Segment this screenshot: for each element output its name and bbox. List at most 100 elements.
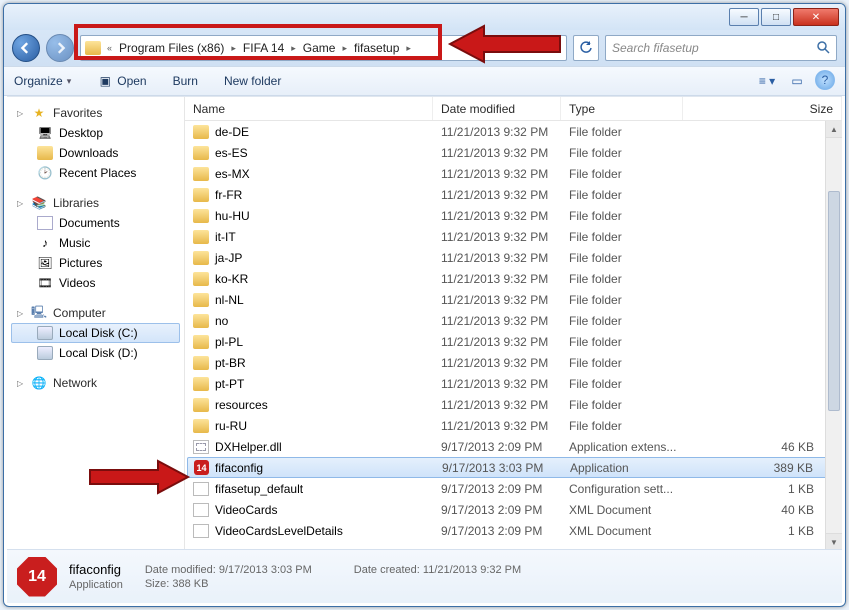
sidebar-item-ddrive[interactable]: Local Disk (D:): [11, 343, 180, 363]
scroll-up-icon[interactable]: ▲: [826, 121, 842, 138]
file-row[interactable]: nl-NL11/21/2013 9:32 PMFile folder: [187, 289, 842, 310]
main-area: ▷★Favorites 🖥Desktop Downloads 🕑Recent P…: [7, 96, 842, 550]
newfolder-button[interactable]: New folder: [224, 74, 281, 88]
file-name: de-DE: [215, 125, 249, 139]
file-row[interactable]: fr-FR11/21/2013 9:32 PMFile folder: [187, 184, 842, 205]
organize-menu[interactable]: Organize: [14, 74, 71, 88]
favorites-label: Favorites: [53, 106, 102, 120]
file-name: pl-PL: [215, 335, 243, 349]
refresh-button[interactable]: [573, 35, 599, 61]
scrollbar[interactable]: ▲ ▼: [825, 121, 842, 550]
breadcrumb-overflow[interactable]: «: [105, 43, 114, 53]
sidebar-item-recent[interactable]: 🕑Recent Places: [11, 163, 180, 183]
file-date: 11/21/2013 9:32 PM: [441, 146, 569, 160]
videos-label: Videos: [59, 276, 95, 290]
minimize-button[interactable]: ─: [729, 8, 759, 26]
breadcrumb-seg-0[interactable]: Program Files (x86): [114, 41, 229, 55]
folder-icon: [193, 272, 209, 286]
details-size-label: Size:: [145, 578, 169, 590]
file-type: XML Document: [569, 503, 691, 517]
sidebar-item-videos[interactable]: 🎞 Videos: [11, 273, 180, 293]
file-row[interactable]: de-DE11/21/2013 9:32 PMFile folder: [187, 121, 842, 142]
help-button[interactable]: ?: [815, 70, 835, 90]
explorer-window: ─ □ ✕ « Program Files (x86)▸ FIFA 14▸ Ga…: [3, 3, 846, 607]
close-button[interactable]: ✕: [793, 8, 839, 26]
file-row[interactable]: DXHelper.dll9/17/2013 2:09 PMApplication…: [187, 436, 842, 457]
sidebar-item-downloads[interactable]: Downloads: [11, 143, 180, 163]
col-date[interactable]: Date modified: [433, 97, 561, 120]
open-button[interactable]: ▣Open: [97, 74, 146, 88]
folder-icon: [193, 125, 209, 139]
file-row[interactable]: hu-HU11/21/2013 9:32 PMFile folder: [187, 205, 842, 226]
maximize-button[interactable]: □: [761, 8, 791, 26]
file-type: File folder: [569, 230, 691, 244]
sidebar-item-desktop[interactable]: 🖥Desktop: [11, 123, 180, 143]
file-name: nl-NL: [215, 293, 244, 307]
file-row[interactable]: pt-BR11/21/2013 9:32 PMFile folder: [187, 352, 842, 373]
file-type: File folder: [569, 335, 691, 349]
libraries-group[interactable]: ▷📚Libraries: [11, 193, 180, 213]
chevron-icon[interactable]: ▸: [229, 43, 238, 54]
recent-label: Recent Places: [59, 166, 136, 180]
file-row[interactable]: VideoCardsLevelDetails9/17/2013 2:09 PMX…: [187, 520, 842, 541]
file-row[interactable]: pl-PL11/21/2013 9:32 PMFile folder: [187, 331, 842, 352]
chevron-icon[interactable]: ▸: [289, 43, 298, 54]
col-type[interactable]: Type: [561, 97, 683, 120]
chevron-icon[interactable]: ▸: [340, 43, 349, 54]
back-button[interactable]: [12, 34, 40, 62]
file-date: 11/21/2013 9:32 PM: [441, 314, 569, 328]
breadcrumb-seg-1[interactable]: FIFA 14: [238, 41, 289, 55]
file-row[interactable]: fifasetup_default9/17/2013 2:09 PMConfig…: [187, 478, 842, 499]
breadcrumb-seg-2[interactable]: Game: [298, 41, 341, 55]
file-row[interactable]: VideoCards9/17/2013 2:09 PMXML Document4…: [187, 499, 842, 520]
file-row[interactable]: pt-PT11/21/2013 9:32 PMFile folder: [187, 373, 842, 394]
file-type: File folder: [569, 167, 691, 181]
file-row[interactable]: ru-RU 11/21/2013 9:32 PMFile folder: [187, 415, 842, 436]
network-group[interactable]: ▷🌐Network: [11, 373, 180, 393]
col-size[interactable]: Size: [683, 97, 842, 120]
forward-button[interactable]: [46, 34, 74, 62]
file-row[interactable]: ja-JP11/21/2013 9:32 PMFile folder: [187, 247, 842, 268]
file-date: 11/21/2013 9:32 PM: [441, 188, 569, 202]
file-name: fr-FR: [215, 188, 242, 202]
drive-icon: [37, 326, 53, 340]
computer-group[interactable]: ▷🖳Computer: [11, 303, 180, 323]
file-row[interactable]: ko-KR11/21/2013 9:32 PMFile folder: [187, 268, 842, 289]
sidebar-item-pictures[interactable]: 🖼Pictures: [11, 253, 180, 273]
column-headers: Name Date modified Type Size: [185, 97, 842, 121]
drive-icon: [37, 346, 53, 360]
view-options-button[interactable]: ≡ ▾: [755, 70, 779, 92]
breadcrumb-seg-3[interactable]: fifasetup: [349, 41, 404, 55]
scroll-down-icon[interactable]: ▼: [826, 533, 842, 550]
navigation-sidebar: ▷★Favorites 🖥Desktop Downloads 🕑Recent P…: [7, 97, 185, 550]
details-created-label: Date created:: [354, 564, 420, 576]
file-list[interactable]: de-DE11/21/2013 9:32 PMFile folderes-ES1…: [185, 121, 842, 550]
search-input[interactable]: Search fifasetup: [605, 35, 837, 61]
file-type: File folder: [569, 419, 691, 433]
address-bar[interactable]: « Program Files (x86)▸ FIFA 14▸ Game▸ fi…: [80, 35, 567, 61]
sidebar-item-music[interactable]: ♪Music: [11, 233, 180, 253]
sidebar-item-cdrive[interactable]: Local Disk (C:): [11, 323, 180, 343]
col-name[interactable]: Name: [185, 97, 433, 120]
file-type: File folder: [569, 377, 691, 391]
burn-button[interactable]: Burn: [173, 74, 198, 88]
scroll-thumb[interactable]: [828, 191, 840, 411]
file-row[interactable]: es-ES11/21/2013 9:32 PMFile folder: [187, 142, 842, 163]
folder-icon: [193, 419, 209, 433]
file-row[interactable]: es-MX11/21/2013 9:32 PMFile folder: [187, 163, 842, 184]
address-dropdown-icon[interactable]: ▾: [548, 41, 562, 55]
favorites-group[interactable]: ▷★Favorites: [11, 103, 180, 123]
videos-icon: 🎞: [37, 276, 53, 290]
file-name: resources: [215, 398, 268, 412]
details-modified-label: Date modified:: [145, 564, 216, 576]
file-row[interactable]: resources11/21/2013 9:32 PMFile folder: [187, 394, 842, 415]
chevron-icon[interactable]: ▸: [404, 43, 413, 54]
preview-pane-button[interactable]: ▭: [785, 70, 809, 92]
file-row[interactable]: 14fifaconfig9/17/2013 3:03 PMApplication…: [187, 457, 842, 478]
file-row[interactable]: it-IT11/21/2013 9:32 PMFile folder: [187, 226, 842, 247]
file-name: ru-RU: [215, 419, 247, 433]
file-row[interactable]: no11/21/2013 9:32 PMFile folder: [187, 310, 842, 331]
details-size: 388 KB: [172, 578, 208, 590]
sidebar-item-documents[interactable]: Documents: [11, 213, 180, 233]
file-date: 11/21/2013 9:32 PM: [441, 419, 569, 433]
